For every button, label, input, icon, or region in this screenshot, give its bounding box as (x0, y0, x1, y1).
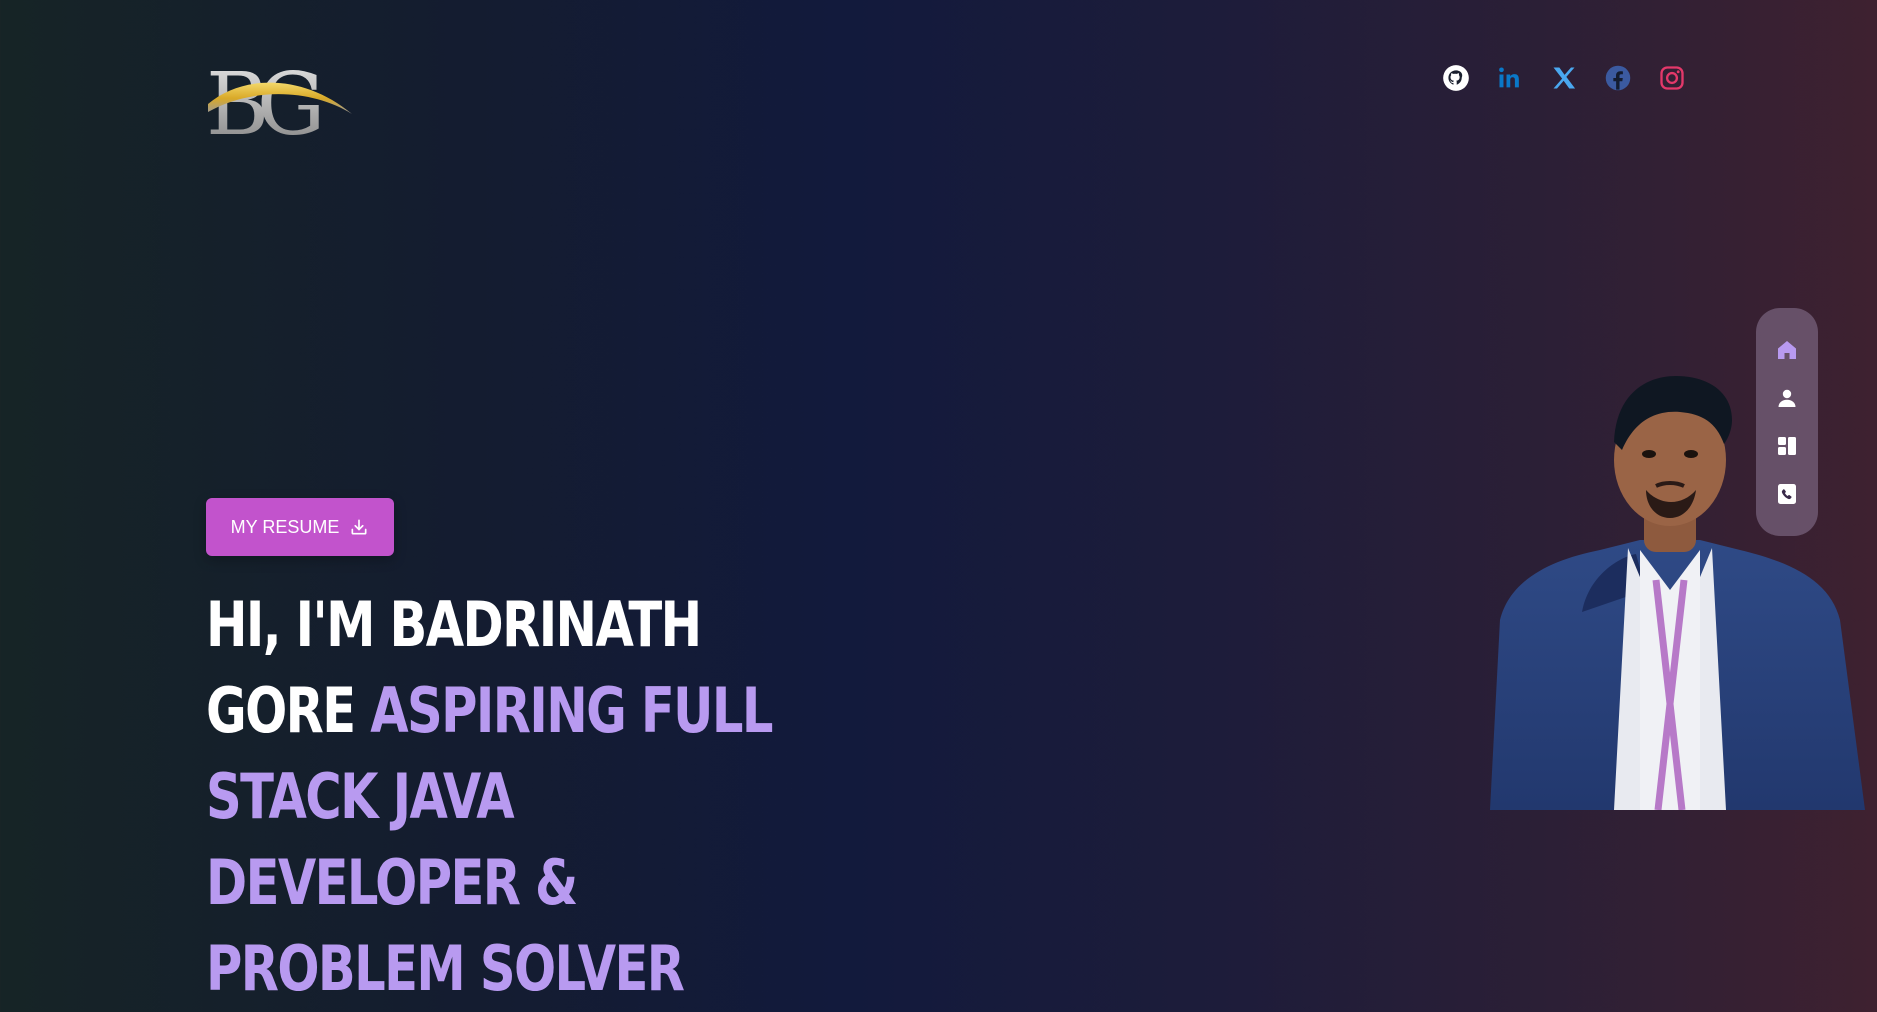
resume-button[interactable]: MY RESUME (206, 498, 394, 556)
x-icon (1553, 67, 1576, 89)
resume-button-label: MY RESUME (230, 516, 340, 537)
download-icon (351, 519, 367, 535)
github-link[interactable] (1440, 62, 1472, 94)
facebook-link[interactable] (1602, 62, 1634, 94)
logo[interactable]: BG (204, 54, 354, 144)
hero-headline: HI, I'M BADRINATH GORE ASPIRING FULL STA… (206, 582, 830, 1012)
social-links (1440, 62, 1688, 94)
facebook-icon (1605, 65, 1631, 91)
x-link[interactable] (1548, 62, 1580, 94)
instagram-link[interactable] (1656, 62, 1688, 94)
github-icon (1443, 65, 1469, 91)
linkedin-icon (1499, 67, 1519, 88)
linkedin-link[interactable] (1494, 62, 1526, 94)
profile-photo (1490, 376, 1865, 810)
instagram-icon (1660, 66, 1684, 90)
